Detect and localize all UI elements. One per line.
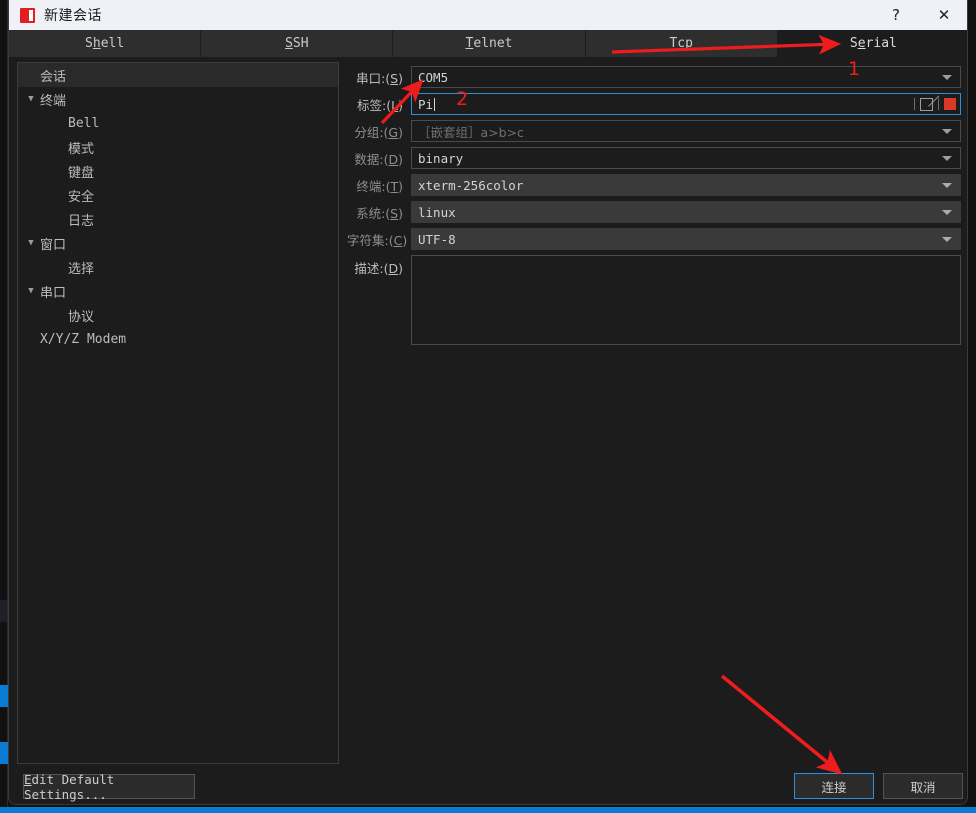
annotation-arrow-to-connect-button	[720, 674, 843, 775]
annotation-arrow-to-serial-port-field	[380, 79, 424, 125]
annotation-overlay	[380, 34, 843, 775]
annotation-arrow-to-serial-tab	[611, 34, 842, 55]
screen: 新建会话 ? ✕ Shell SSH Telnet Tcp Serial 会话 ▼ 终端 Be…	[0, 0, 976, 813]
annotation-marker-1: 1	[848, 58, 861, 80]
annotation-marker-2: 2	[456, 88, 469, 110]
